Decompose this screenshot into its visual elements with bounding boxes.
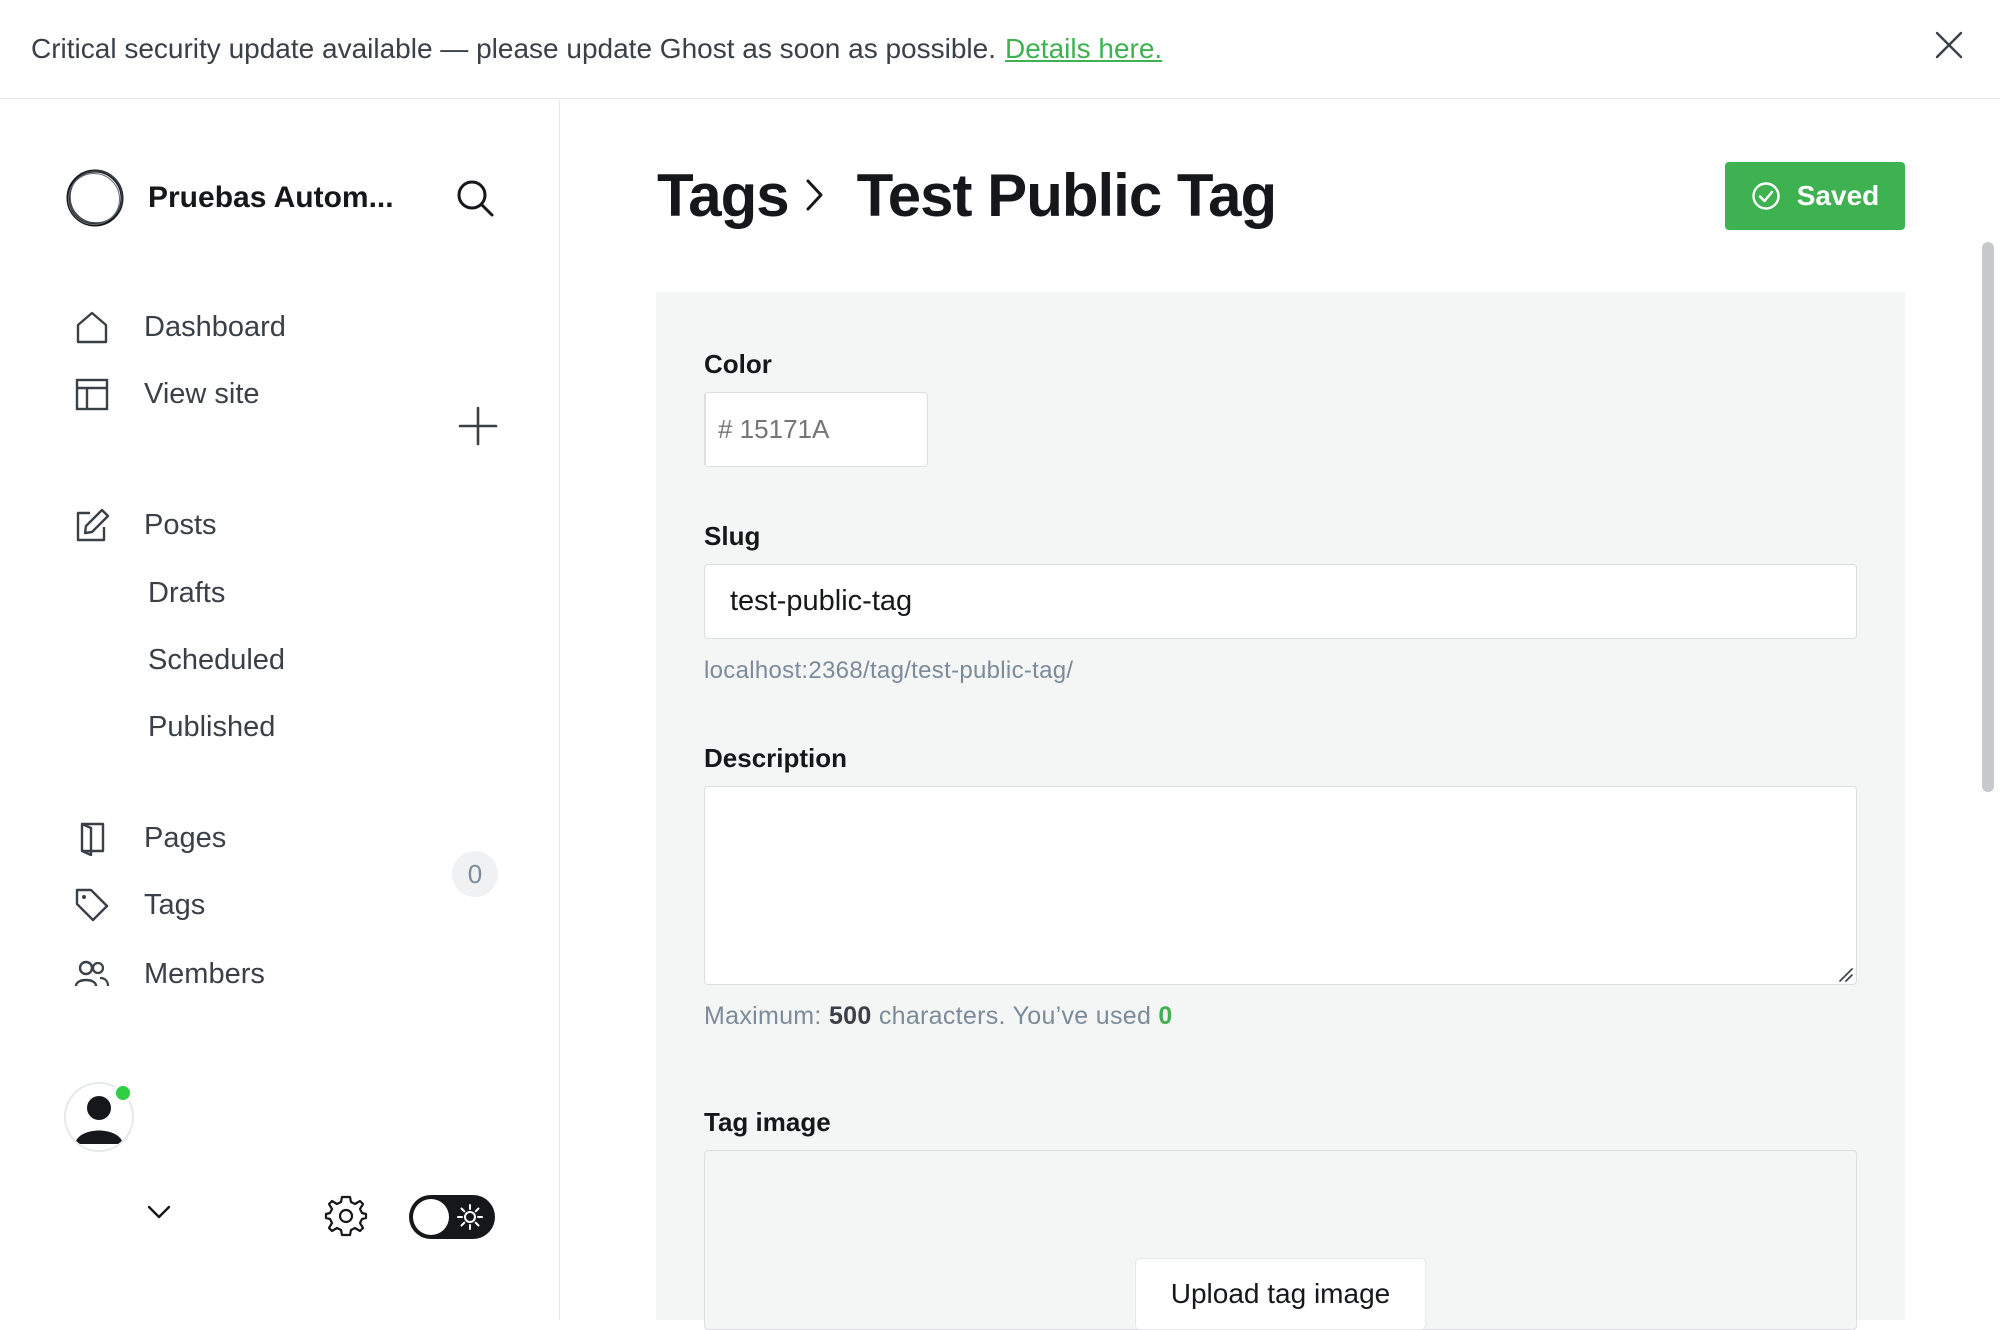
scrollbar[interactable] — [1982, 242, 1994, 792]
chevron-right-icon — [805, 175, 839, 215]
hint-max: 500 — [828, 1002, 872, 1030]
slug-label: Slug — [704, 521, 761, 551]
hint-middle: characters. You’ve used — [878, 1002, 1152, 1030]
color-label: Color — [704, 349, 772, 379]
sidebar-item-posts[interactable]: Posts — [74, 500, 504, 550]
alert-details-link[interactable]: Details here. — [1005, 33, 1162, 65]
sidebar-item-label: Members — [144, 957, 265, 990]
page-title: Test Public Tag — [856, 161, 1278, 229]
save-button[interactable]: Saved — [1725, 162, 1905, 230]
sidebar-item-label: Posts — [144, 508, 217, 541]
sidebar-item-scheduled[interactable]: Scheduled — [148, 635, 448, 685]
new-post-plus-icon[interactable] — [456, 404, 500, 448]
tag-icon — [74, 887, 110, 923]
online-status-dot — [113, 1083, 133, 1103]
description-label: Description — [704, 743, 848, 773]
save-button-label: Saved — [1796, 180, 1880, 211]
breadcrumb-parent-link[interactable]: Tags — [657, 161, 790, 230]
sidebar-item-label: Dashboard — [144, 310, 286, 343]
sidebar-item-label: Drafts — [148, 576, 226, 609]
sidebar-item-label: Tags — [144, 888, 206, 921]
sidebar-item-drafts[interactable]: Drafts — [148, 568, 448, 618]
site-name[interactable]: Pruebas Autom... — [148, 181, 394, 215]
layout-icon — [74, 376, 110, 412]
chevron-down-icon[interactable] — [147, 1205, 171, 1219]
toggle-knob — [413, 1199, 449, 1235]
theme-toggle[interactable] — [409, 1195, 495, 1239]
page-icon — [74, 820, 110, 856]
members-count-badge: 0 — [452, 851, 498, 897]
site-brand: Pruebas Autom... — [64, 165, 504, 230]
hint-used-count: 0 — [1158, 1002, 1173, 1030]
sidebar-item-members[interactable]: Members — [74, 949, 504, 999]
tag-image-label: Tag image — [704, 1107, 831, 1137]
site-logo-icon[interactable] — [64, 167, 126, 229]
sidebar-item-pages[interactable]: Pages — [74, 813, 504, 863]
sun-icon — [457, 1204, 483, 1230]
members-icon — [74, 956, 110, 992]
slug-input[interactable] — [704, 564, 1857, 639]
alert-message: Critical security update available — ple… — [31, 33, 996, 64]
search-icon[interactable] — [454, 177, 496, 219]
check-circle-icon — [1752, 182, 1780, 210]
sidebar-item-label: Published — [148, 710, 276, 743]
sidebar-item-tags[interactable]: Tags — [74, 880, 504, 930]
sidebar-item-published[interactable]: Published — [148, 702, 448, 752]
security-alert-banner: Critical security update available — ple… — [0, 0, 2000, 99]
resize-grip-icon[interactable] — [1837, 966, 1853, 982]
color-hex-input[interactable] — [706, 393, 1053, 466]
slug-url-hint: localhost:2368/tag/test-public-tag/ — [704, 657, 1074, 684]
close-icon[interactable] — [1934, 30, 1964, 60]
sidebar-item-label: Scheduled — [148, 643, 286, 676]
color-field — [704, 392, 1053, 467]
description-char-hint: Maximum: 500 characters. You’ve used 0 — [704, 1002, 1173, 1031]
sidebar-item-label: Pages — [144, 821, 227, 854]
gear-icon[interactable] — [324, 1194, 368, 1238]
sidebar-item-view-site[interactable]: View site — [74, 369, 504, 419]
sidebar-item-label: View site — [144, 377, 260, 410]
edit-icon — [74, 507, 110, 543]
home-icon — [74, 309, 110, 345]
hint-prefix: Maximum: — [704, 1002, 822, 1030]
sidebar-item-dashboard[interactable]: Dashboard — [74, 302, 504, 352]
breadcrumb: Tags Test Public Tag — [657, 155, 1278, 235]
description-textarea[interactable] — [704, 786, 1857, 985]
upload-tag-image-button[interactable]: Upload tag image — [1136, 1259, 1425, 1329]
